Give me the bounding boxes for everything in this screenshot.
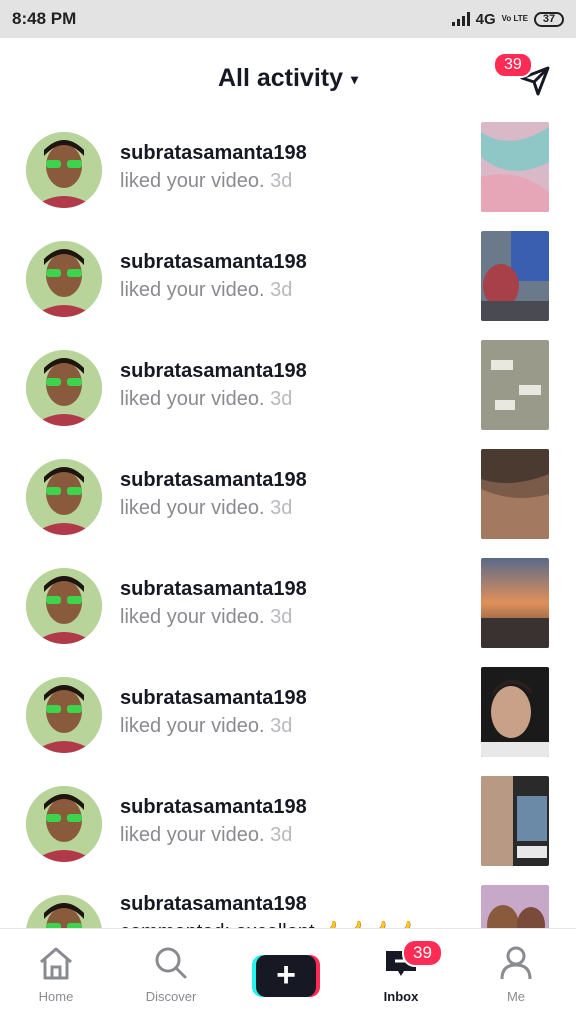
nav-me[interactable]: Me	[471, 943, 561, 1004]
activity-text: liked your video. 3d	[120, 497, 293, 519]
activity-text: liked your video. 3d	[120, 279, 293, 301]
activity-username[interactable]: subratasamanta198	[120, 893, 307, 916]
avatar-photo	[26, 132, 102, 208]
activity-row[interactable]: subratasamanta198 liked your video. 3d	[0, 558, 576, 667]
video-thumbnail[interactable]	[481, 340, 549, 430]
page-title: All activity	[217, 64, 344, 92]
activity-username[interactable]: subratasamanta198	[120, 251, 307, 274]
activity-text: liked your video. 3d	[120, 715, 293, 737]
avatar-photo	[26, 895, 102, 928]
activity-filter-dropdown[interactable]: All activity ▾	[0, 64, 576, 93]
avatar-photo	[26, 677, 102, 753]
activity-text: liked your video. 3d	[120, 388, 293, 410]
activity-row[interactable]: subratasamanta198 liked your video. 3d	[0, 340, 576, 449]
status-time: 8:48 PM	[12, 9, 77, 28]
activity-text: commented: excellent 👍👍👍👍	[120, 919, 420, 928]
user-avatar[interactable]	[26, 350, 102, 426]
search-icon	[126, 943, 216, 983]
battery-icon: 37	[534, 11, 564, 27]
activity-row[interactable]: subratasamanta198 liked your video. 3d	[0, 449, 576, 558]
activity-row[interactable]: subratasamanta198 commented: excellent 👍…	[0, 885, 576, 928]
avatar-photo	[26, 568, 102, 644]
inbox-count-badge: 39	[402, 939, 443, 967]
activity-text: liked your video. 3d	[120, 606, 293, 628]
caret-down-icon: ▾	[351, 70, 359, 87]
user-avatar[interactable]	[26, 459, 102, 535]
activity-row[interactable]: subratasamanta198 liked your video. 3d	[0, 122, 576, 231]
home-icon	[11, 943, 101, 983]
video-thumbnail[interactable]	[481, 776, 549, 866]
user-avatar[interactable]	[26, 568, 102, 644]
nav-home[interactable]: Home	[11, 943, 101, 1004]
activity-username[interactable]: subratasamanta198	[120, 796, 307, 819]
user-avatar[interactable]	[26, 895, 102, 928]
create-video-button[interactable]: +	[252, 955, 320, 997]
video-thumbnail[interactable]	[481, 231, 549, 321]
status-bar: 8:48 PM 4G Vo LTE 37	[0, 0, 576, 38]
nav-home-label: Home	[38, 989, 74, 1004]
header: All activity ▾ 39	[0, 38, 576, 122]
user-avatar[interactable]	[26, 132, 102, 208]
user-avatar[interactable]	[26, 241, 102, 317]
activity-username[interactable]: subratasamanta198	[120, 578, 307, 601]
messages-count-badge: 39	[493, 52, 533, 78]
user-avatar[interactable]	[26, 677, 102, 753]
signal-icon	[451, 12, 470, 26]
activity-list[interactable]: subratasamanta198 liked your video. 3d s…	[0, 122, 576, 928]
avatar-photo	[26, 786, 102, 862]
nav-inbox-label: Inbox	[383, 989, 419, 1004]
nav-me-label: Me	[506, 989, 526, 1004]
activity-username[interactable]: subratasamanta198	[120, 469, 307, 492]
video-thumbnail[interactable]	[481, 449, 549, 539]
activity-text: liked your video. 3d	[120, 824, 293, 846]
nav-discover-label: Discover	[145, 989, 197, 1004]
profile-icon	[471, 943, 561, 983]
activity-row[interactable]: subratasamanta198 liked your video. 3d	[0, 231, 576, 340]
video-thumbnail[interactable]	[481, 122, 549, 212]
video-thumbnail[interactable]	[481, 667, 549, 757]
nav-discover[interactable]: Discover	[126, 943, 216, 1004]
user-avatar[interactable]	[26, 786, 102, 862]
network-type: 4G	[475, 10, 496, 28]
activity-text: liked your video. 3d	[120, 170, 293, 192]
avatar-photo	[26, 459, 102, 535]
avatar-photo	[26, 241, 102, 317]
plus-icon: +	[256, 955, 316, 997]
activity-row[interactable]: subratasamanta198 liked your video. 3d	[0, 667, 576, 776]
video-thumbnail[interactable]	[481, 558, 549, 648]
activity-username[interactable]: subratasamanta198	[120, 142, 307, 165]
activity-row[interactable]: subratasamanta198 liked your video. 3d	[0, 776, 576, 885]
volte-indicator: Vo LTE	[501, 14, 528, 23]
activity-username[interactable]: subratasamanta198	[120, 360, 307, 383]
avatar-photo	[26, 350, 102, 426]
activity-username[interactable]: subratasamanta198	[120, 687, 307, 710]
status-icons: 4G Vo LTE 37	[451, 10, 564, 28]
bottom-navigation: Home Discover + Inbox 39 Me	[0, 928, 576, 1024]
video-thumbnail[interactable]	[481, 885, 549, 928]
